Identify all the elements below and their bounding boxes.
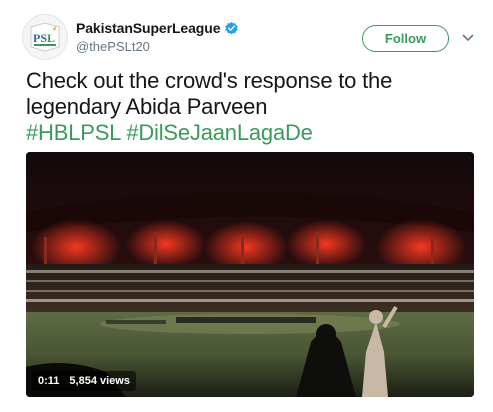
video-meta: 0:11 5,854 views [32,371,136,391]
video-frame [26,152,474,397]
follow-button[interactable]: Follow [362,25,449,52]
svg-text:L: L [47,31,55,45]
tweet-card: PS L PakistanSuperLeague @thePSLt20 Foll… [0,0,493,412]
author-handle[interactable]: @thePSLt20 [76,39,239,54]
avatar[interactable]: PS L [22,14,68,60]
hashtag-link[interactable]: #HBLPSL [26,120,121,145]
svg-text:PS: PS [33,31,47,45]
video-player[interactable]: 0:11 5,854 views [26,152,474,397]
video-duration: 0:11 [38,375,60,387]
hashtags: #HBLPSL #DilSeJaanLagaDe [26,120,476,146]
chevron-down-icon[interactable] [461,31,475,45]
author-info: PakistanSuperLeague @thePSLt20 [76,18,239,54]
tweet-text: Check out the crowd's response to the le… [26,68,476,146]
author-name[interactable]: PakistanSuperLeague [76,20,220,36]
tweet-text-line: Check out the crowd's response to the [26,68,393,93]
psl-logo-icon: PS L [30,22,60,52]
video-views: 5,854 views [69,375,130,387]
tweet-text-line: legendary Abida Parveen [26,94,268,119]
hashtag-link[interactable]: #DilSeJaanLagaDe [126,120,313,145]
verified-badge-icon [225,21,239,34]
